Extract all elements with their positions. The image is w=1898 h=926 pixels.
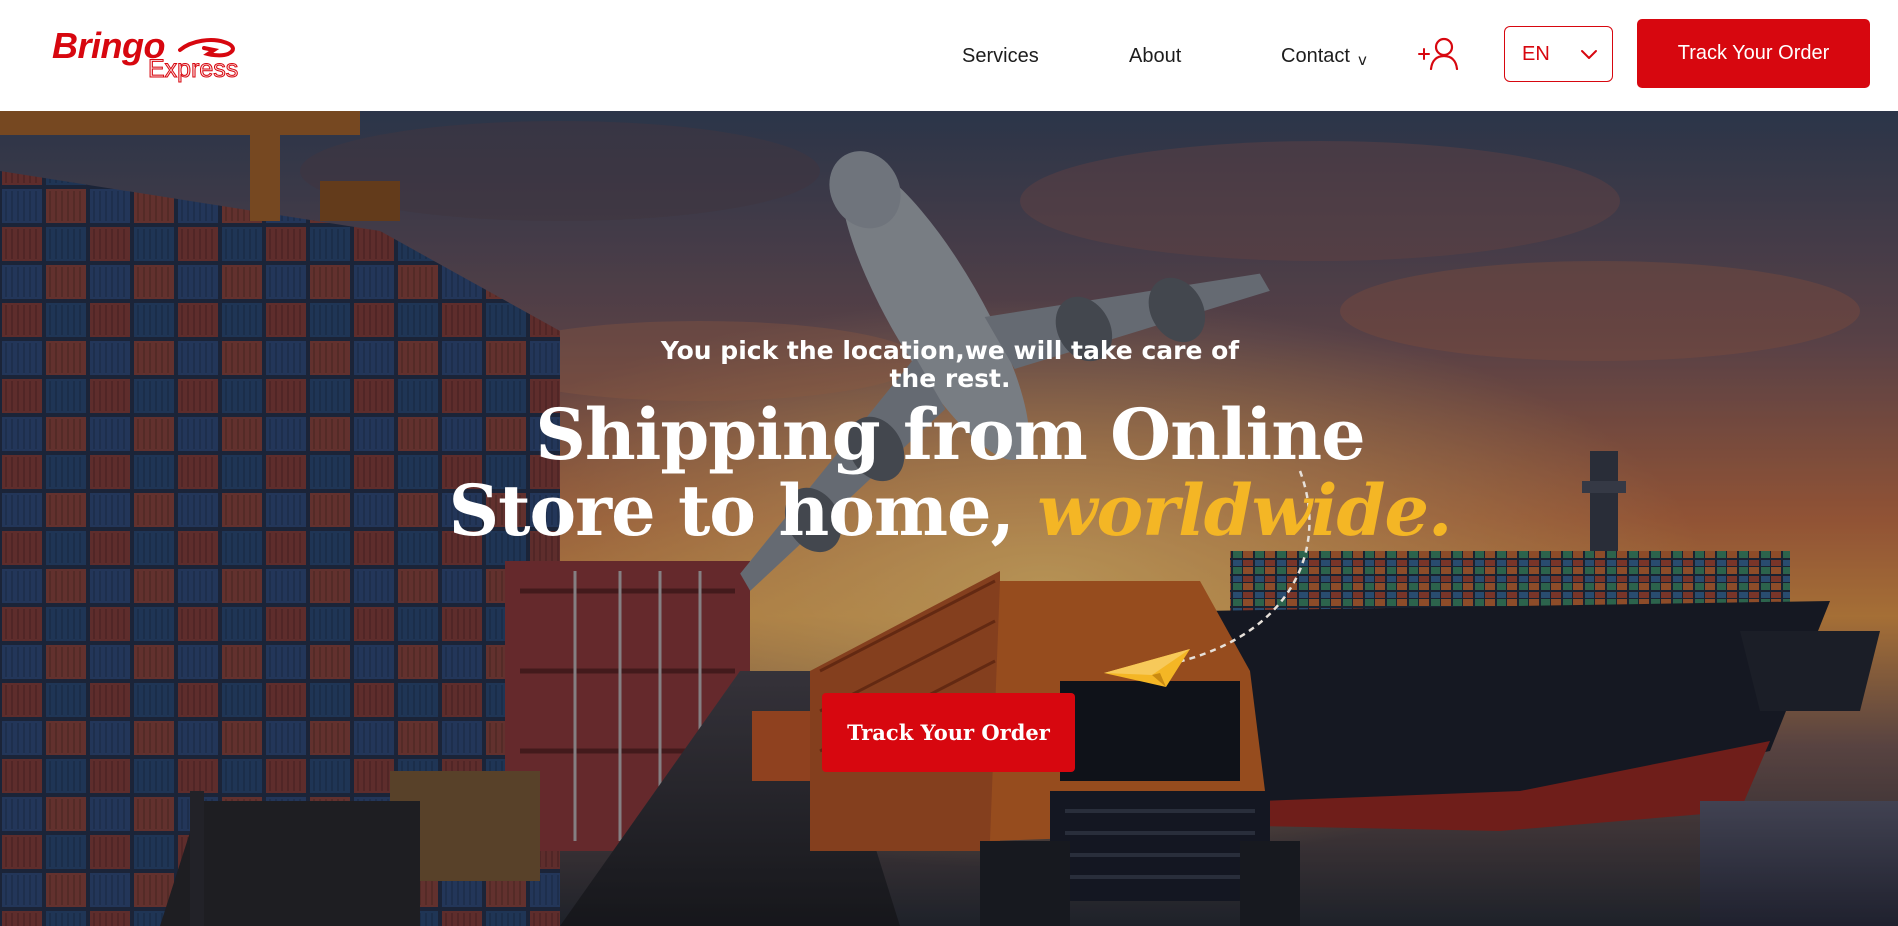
chevron-down-icon <box>1581 50 1597 59</box>
language-select[interactable]: EN <box>1504 26 1613 82</box>
hero-section: You pick the location,we will take care … <box>0 111 1898 926</box>
paper-plane-icon <box>1104 649 1190 687</box>
hero-heading-accent: worldwide. <box>1037 469 1452 552</box>
hero-track-order-button[interactable]: Track Your Order <box>822 693 1075 772</box>
hero-heading: Shipping from Online Store to home, worl… <box>440 397 1460 549</box>
add-user-icon <box>1418 37 1459 71</box>
brand-logo[interactable]: Bringo Express <box>52 26 252 86</box>
nav-services-link[interactable]: Services <box>962 41 1039 71</box>
language-selected-value: EN <box>1522 43 1550 65</box>
header-track-order-button[interactable]: Track Your Order <box>1637 19 1870 88</box>
logo-secondary-text: Express <box>147 55 239 84</box>
nav-contact-link[interactable]: Contact <box>1281 41 1350 71</box>
site-header: Bringo Express Services About Contact v … <box>0 0 1898 111</box>
add-user-button[interactable] <box>1417 36 1461 71</box>
hero-tagline: You pick the location,we will take care … <box>660 336 1240 393</box>
contact-dropdown-caret[interactable]: v <box>1358 50 1367 70</box>
nav-about-link[interactable]: About <box>1129 41 1181 71</box>
